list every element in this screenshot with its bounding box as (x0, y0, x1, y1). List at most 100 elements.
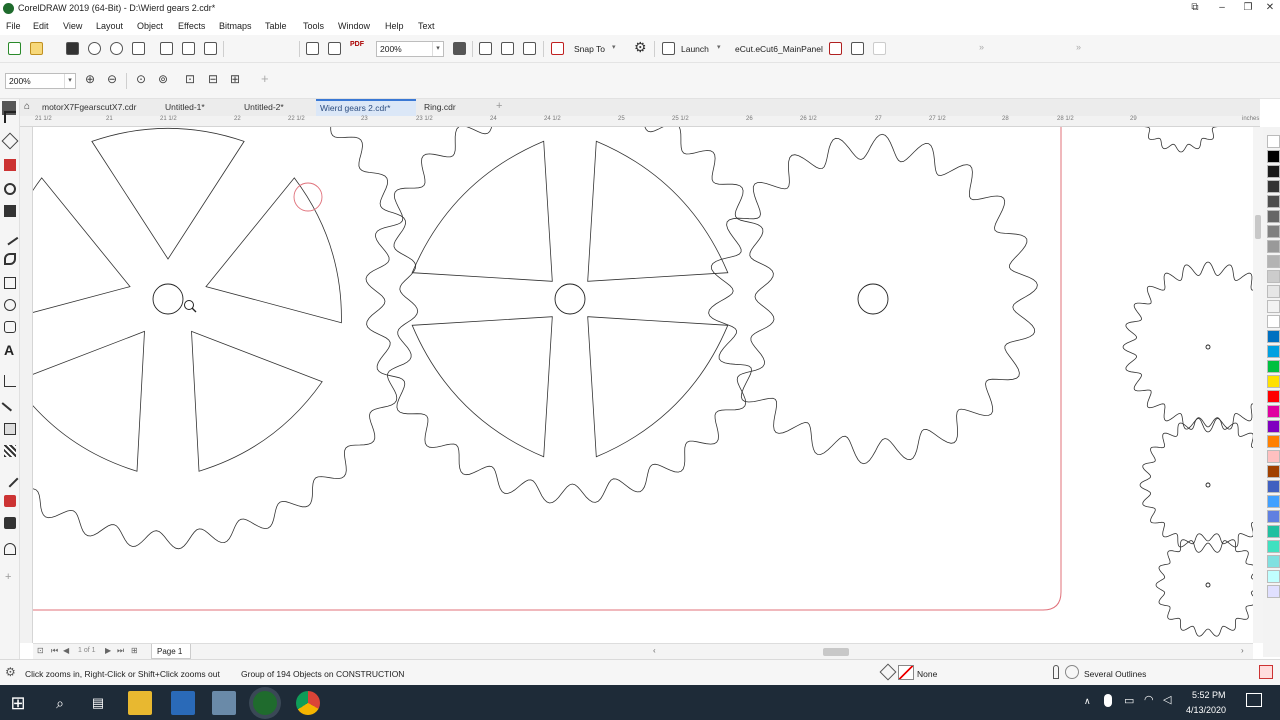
notifications-icon[interactable] (1246, 693, 1262, 707)
zoom-level-combo[interactable]: 200% ▾ (5, 73, 76, 89)
show-guidelines-icon[interactable] (523, 42, 536, 55)
gear-icon[interactable]: ⚙ (634, 39, 647, 56)
menu-bitmaps[interactable]: Bitmaps (219, 21, 252, 31)
gear-icon[interactable]: ⚙ (5, 665, 16, 679)
color-swatch[interactable] (1267, 480, 1280, 493)
eyedropper-icon[interactable] (1, 470, 19, 488)
menu-edit[interactable]: Edit (33, 21, 49, 31)
zoom-to-page-height-icon[interactable]: ⊞ (230, 72, 240, 86)
windows-start-icon[interactable]: ⊞ (6, 691, 30, 715)
minimize-button[interactable]: – (1211, 1, 1233, 15)
file-explorer-icon[interactable] (128, 691, 152, 715)
color-swatch[interactable] (1267, 345, 1280, 358)
outline-pen-icon[interactable] (1053, 665, 1059, 679)
scroll-right-icon[interactable]: › (1241, 646, 1244, 655)
zoom-to-selected-icon[interactable]: ⊙ (136, 72, 146, 86)
full-screen-icon[interactable] (453, 42, 466, 55)
smart-fill-icon[interactable] (4, 205, 16, 217)
battery-icon[interactable]: ▭ (1124, 694, 1134, 707)
shape-tool-icon[interactable] (1, 132, 19, 150)
smart-fill-icon[interactable] (4, 517, 16, 529)
task-view-icon[interactable]: ▤ (86, 691, 110, 715)
save-icon[interactable] (66, 42, 79, 55)
snap-to-icon[interactable] (551, 42, 564, 55)
color-swatch[interactable] (1267, 330, 1280, 343)
color-swatch[interactable] (1267, 585, 1280, 598)
color-swatch[interactable] (1267, 270, 1280, 283)
close-button[interactable]: ✕ (1259, 1, 1280, 15)
color-swatch[interactable] (1267, 375, 1280, 388)
ecut-tool-icon[interactable] (829, 42, 842, 55)
drawing-canvas[interactable] (33, 127, 1253, 643)
menu-window[interactable]: Window (338, 21, 370, 31)
cut-icon[interactable] (160, 42, 173, 55)
color-swatch[interactable] (1267, 135, 1280, 148)
menu-effects[interactable]: Effects (178, 21, 205, 31)
menu-object[interactable]: Object (137, 21, 163, 31)
menu-table[interactable]: Table (265, 21, 287, 31)
show-grid-icon[interactable] (501, 42, 514, 55)
menu-text[interactable]: Text (418, 21, 435, 31)
overflow-chevron-icon[interactable]: » (979, 42, 984, 52)
color-swatch[interactable] (1267, 255, 1280, 268)
cloud-download-icon[interactable] (110, 42, 123, 55)
zoom-to-all-objects-icon[interactable]: ⊚ (158, 72, 168, 86)
chevron-up-icon[interactable]: ∧ (1084, 696, 1091, 707)
open-folder-icon[interactable] (30, 42, 43, 55)
color-swatch[interactable] (1267, 390, 1280, 403)
color-swatch[interactable] (1267, 180, 1280, 193)
parallel-dimension-icon[interactable] (4, 375, 16, 387)
import-icon[interactable] (306, 42, 319, 55)
color-swatch[interactable] (1267, 405, 1280, 418)
ecut-disabled-icon[interactable] (873, 42, 886, 55)
launch-icon[interactable] (662, 42, 675, 55)
paste-icon[interactable] (204, 42, 217, 55)
chevron-down-icon[interactable]: ▾ (612, 43, 616, 51)
polygon-tool-icon[interactable] (4, 321, 16, 333)
color-swatch[interactable] (1267, 555, 1280, 568)
artistic-media-icon[interactable] (4, 253, 16, 265)
scroll-left-icon[interactable]: ‹ (653, 646, 656, 655)
color-swatch[interactable] (1267, 165, 1280, 178)
add-icon[interactable]: + (5, 571, 11, 583)
horizontal-scrollbar[interactable]: ‹ › (653, 643, 1253, 659)
scroll-thumb[interactable] (1255, 215, 1261, 239)
color-swatch[interactable] (1267, 525, 1280, 538)
wifi-icon[interactable]: ◠ (1144, 693, 1154, 706)
zoom-out-icon[interactable]: ⊖ (107, 72, 117, 86)
cloud-upload-icon[interactable] (88, 42, 101, 55)
color-swatch[interactable] (1267, 540, 1280, 553)
color-proof-icon[interactable] (1259, 665, 1273, 679)
color-swatch[interactable] (1267, 495, 1280, 508)
table-icon[interactable] (851, 42, 864, 55)
color-swatch[interactable] (1267, 300, 1280, 313)
volume-icon[interactable]: ◁ (1163, 693, 1171, 706)
first-page-icon[interactable]: ⏮ (51, 646, 58, 656)
home-icon[interactable]: ⌂ (24, 101, 30, 112)
zoom-to-page-icon[interactable]: ⊡ (185, 72, 195, 86)
search-icon[interactable]: ⌕ (48, 691, 72, 715)
menu-layout[interactable]: Layout (96, 21, 123, 31)
vertical-ruler[interactable] (20, 127, 33, 643)
interactive-fill-icon[interactable] (4, 495, 16, 507)
zoom-in-icon[interactable]: ⊕ (85, 72, 95, 86)
color-swatch[interactable] (1267, 195, 1280, 208)
ellipse-tool-icon[interactable] (4, 299, 16, 311)
clock-time[interactable]: 5:52 PM (1192, 690, 1226, 700)
app-icon[interactable] (212, 691, 236, 715)
horizontal-ruler[interactable]: 21 1/2 21 21 1/2 22 22 1/2 23 23 1/2 24 … (20, 116, 1260, 127)
transparency-icon[interactable] (4, 445, 16, 457)
show-rulers-icon[interactable] (479, 42, 492, 55)
print-icon[interactable] (132, 42, 145, 55)
menu-tools[interactable]: Tools (303, 21, 324, 31)
tab-ring[interactable]: Ring.cdr (420, 99, 498, 116)
menu-help[interactable]: Help (385, 21, 404, 31)
color-swatch[interactable] (1267, 150, 1280, 163)
restore-panel-icon[interactable]: ⧉ (1184, 1, 1206, 15)
outline-swatch[interactable] (1065, 665, 1079, 679)
tab-wierd-gears-2[interactable]: Wierd gears 2.cdr* (316, 99, 416, 116)
menu-view[interactable]: View (63, 21, 82, 31)
zoom-to-page-width-icon[interactable]: ⊟ (208, 72, 218, 86)
outline-pen-icon[interactable] (4, 543, 16, 555)
launch-button[interactable]: Launch (681, 44, 709, 54)
